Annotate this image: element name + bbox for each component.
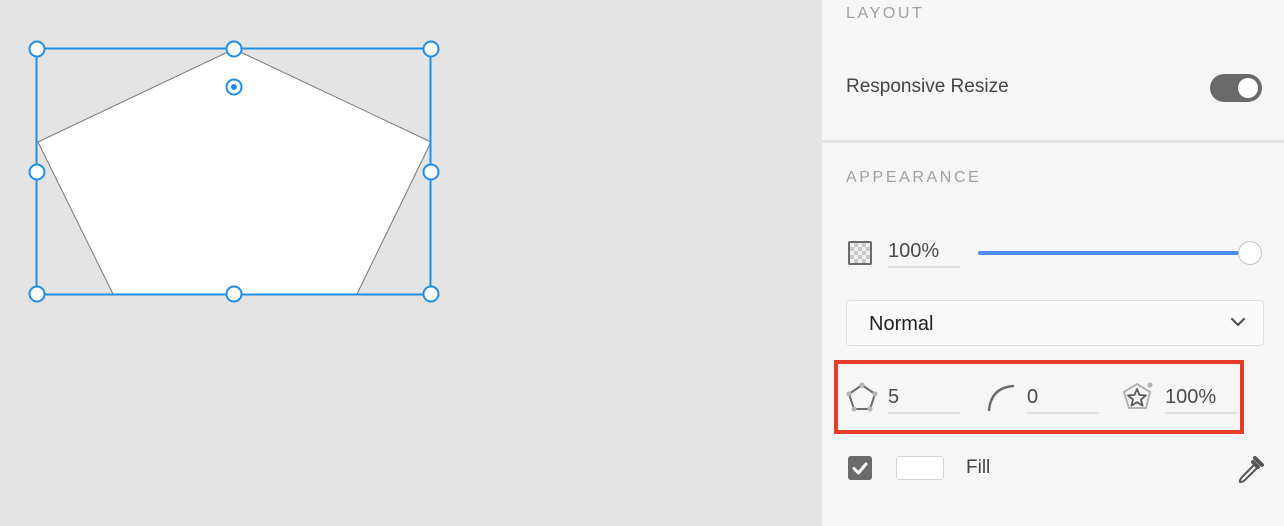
appearance-section-title: APPEARANCE [846, 169, 982, 186]
design-canvas[interactable] [0, 0, 822, 526]
blend-mode-value: Normal [869, 313, 934, 335]
resize-handle-top-right[interactable] [422, 40, 440, 58]
resize-handle-bottom-center[interactable] [225, 285, 243, 303]
opacity-checkerboard-icon [848, 241, 872, 265]
fill-label: Fill [966, 457, 991, 478]
corner-radius-input[interactable]: 0 [1027, 382, 1099, 414]
blend-mode-dropdown[interactable]: Normal [846, 300, 1264, 346]
star-ratio-input[interactable]: 100% [1165, 382, 1237, 414]
toggle-knob [1238, 78, 1258, 98]
corner-radius-handle[interactable] [225, 78, 243, 96]
opacity-input[interactable]: 100% [888, 236, 960, 268]
checkmark-icon [852, 462, 868, 475]
canvas-artwork [28, 40, 440, 303]
resize-handle-top-center[interactable] [225, 40, 243, 58]
resize-handle-middle-left[interactable] [28, 163, 46, 181]
resize-handle-top-left[interactable] [28, 40, 46, 58]
resize-handle-middle-right[interactable] [422, 163, 440, 181]
slider-fill [978, 251, 1250, 255]
corner-count-input[interactable]: 5 [888, 382, 960, 414]
responsive-resize-toggle[interactable] [1210, 74, 1262, 102]
resize-handle-bottom-left[interactable] [28, 285, 46, 303]
layout-section-title: LAYOUT [846, 5, 925, 22]
eyedropper-icon[interactable] [1234, 454, 1266, 486]
star-ratio-icon [1122, 382, 1153, 409]
slider-thumb[interactable] [1238, 241, 1262, 265]
section-divider [822, 140, 1284, 143]
property-inspector: LAYOUT Responsive Resize APPEARANCE 100%… [822, 0, 1284, 526]
responsive-resize-label: Responsive Resize [846, 76, 1009, 97]
corner-radius-icon [987, 384, 1015, 412]
fill-color-swatch[interactable] [896, 456, 944, 480]
resize-handle-bottom-right[interactable] [422, 285, 440, 303]
polygon-corner-count-icon [846, 382, 878, 412]
fill-checkbox[interactable] [848, 456, 872, 480]
opacity-slider[interactable] [978, 240, 1262, 266]
chevron-down-icon [1230, 317, 1246, 327]
